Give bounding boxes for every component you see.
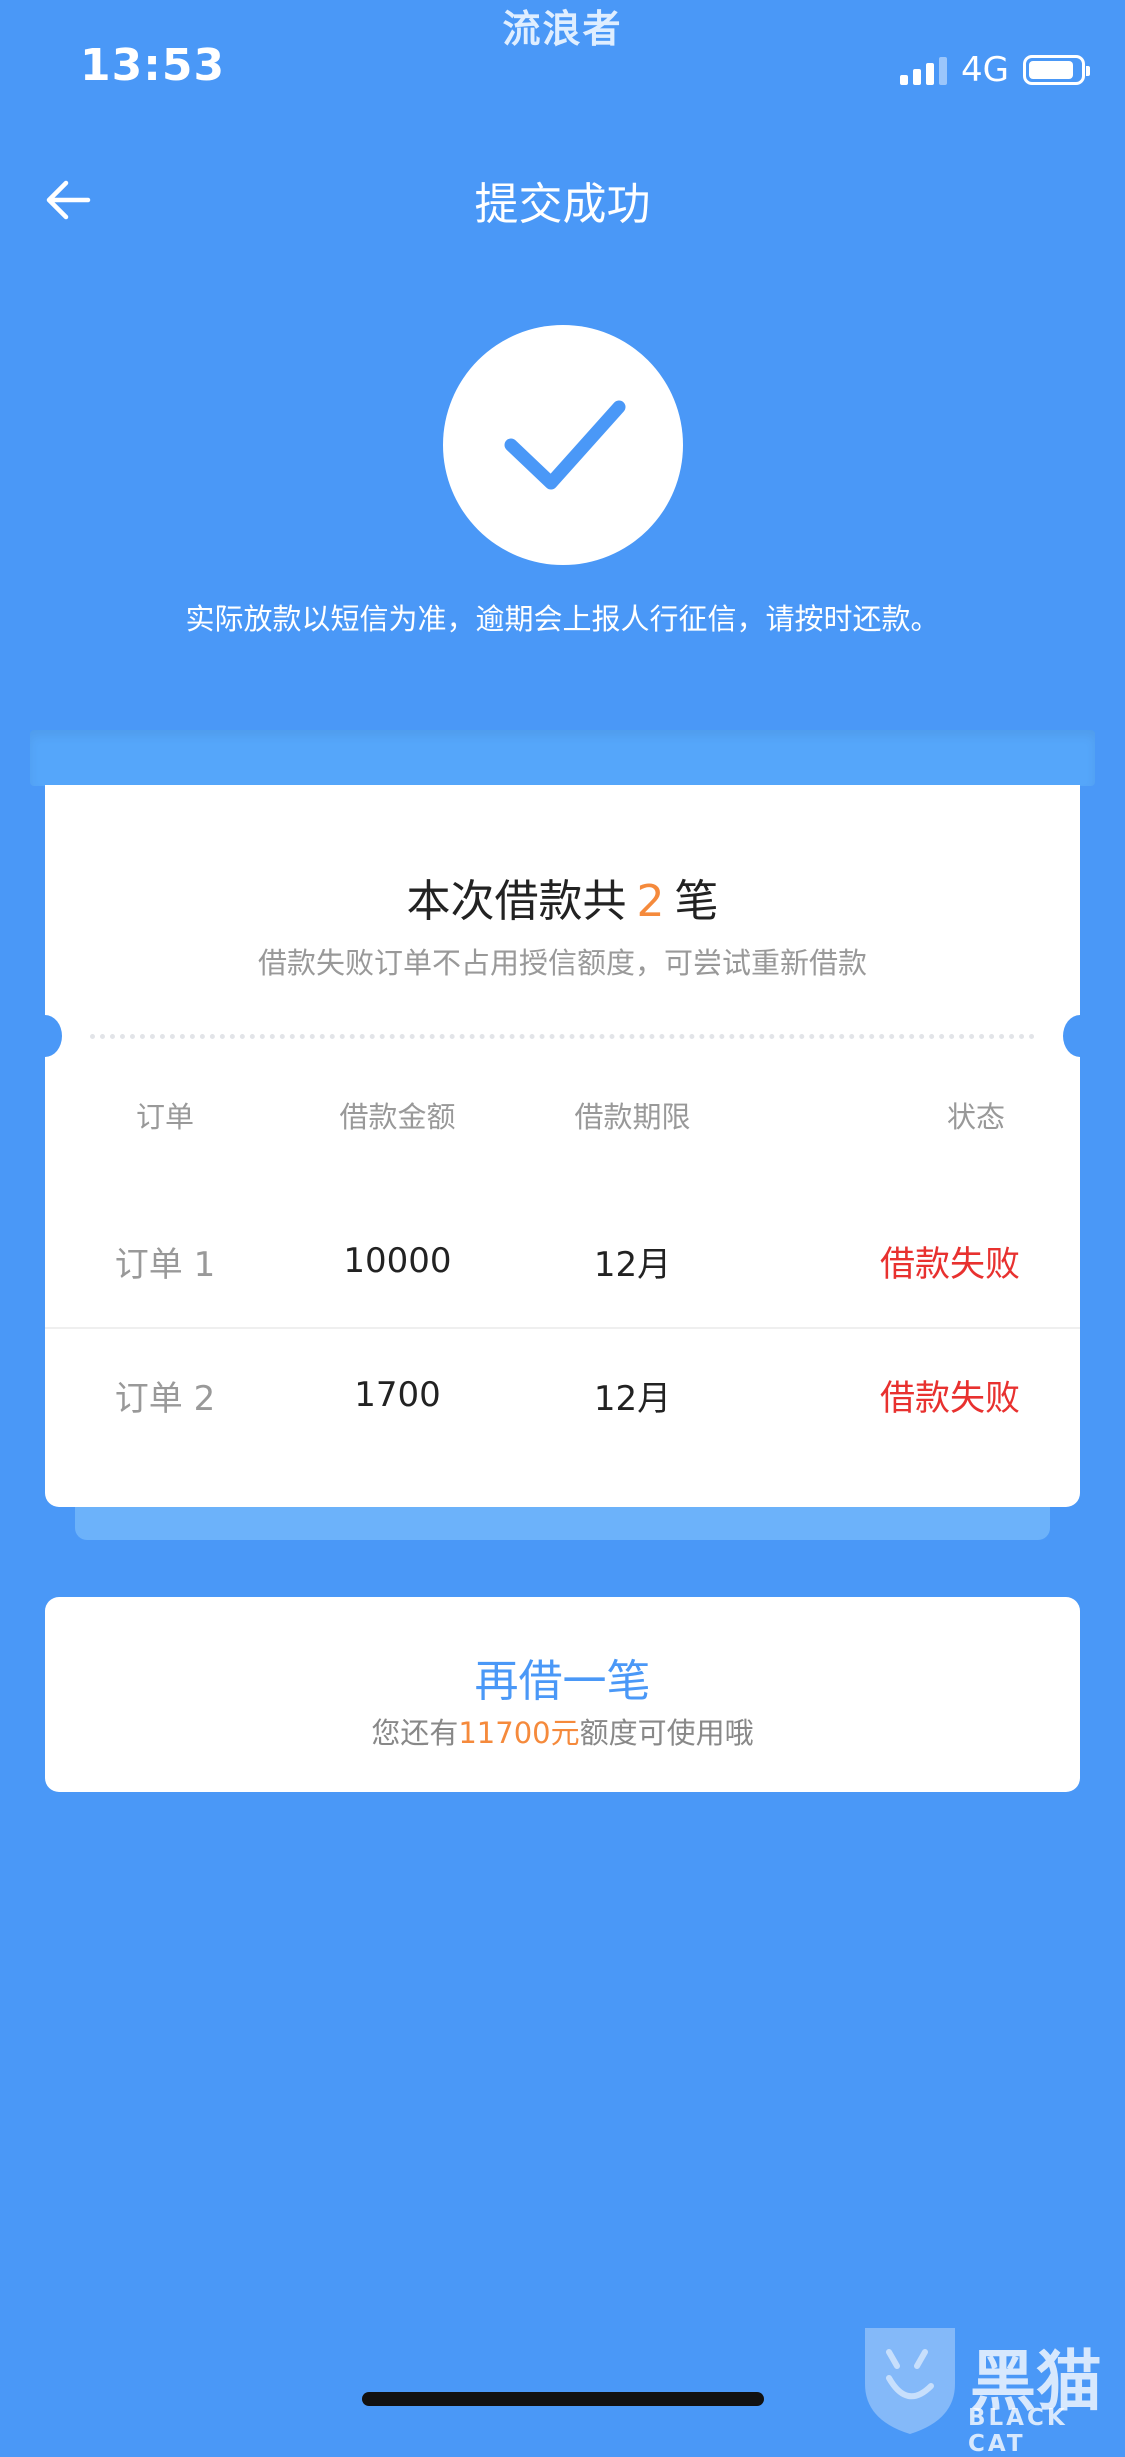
loan-count-summary: 本次借款共 2 笔 bbox=[45, 865, 1080, 929]
order-name: 订单 1 bbox=[114, 1244, 216, 1285]
loan-amount: 10000 bbox=[343, 1241, 452, 1281]
receipt-slot bbox=[30, 730, 1095, 786]
status-badge: 借款失败 bbox=[879, 1378, 1020, 1419]
loan-count: 2 bbox=[636, 876, 665, 927]
table-row[interactable]: 订单 1 10000 12月 借款失败 bbox=[45, 1195, 1080, 1329]
home-indicator[interactable] bbox=[362, 2392, 764, 2406]
summary-hint: 借款失败订单不占用授信额度，可尝试重新借款 bbox=[257, 946, 867, 980]
header-status: 状态 bbox=[946, 1100, 1005, 1134]
order-name: 订单 2 bbox=[114, 1378, 216, 1419]
header-term: 借款期限 bbox=[574, 1100, 691, 1134]
header-order: 订单 bbox=[135, 1100, 194, 1134]
loan-term: 12月 bbox=[593, 1378, 672, 1419]
loan-summary-card: 本次借款共 2 笔 借款失败订单不占用授信额度，可尝试重新借款 订单 借款金额 借款… bbox=[28, 785, 1097, 1507]
loan-term: 12月 bbox=[593, 1244, 672, 1285]
summary-suffix: 笔 bbox=[674, 876, 719, 927]
watermark-text: 流浪者 bbox=[502, 7, 623, 51]
header-amount: 借款金额 bbox=[339, 1100, 456, 1134]
loan-amount: 1700 bbox=[354, 1375, 441, 1415]
network-label: 4G bbox=[961, 50, 1009, 90]
status-badge: 借款失败 bbox=[879, 1244, 1020, 1285]
signal-icon bbox=[900, 55, 948, 85]
borrow-again-button[interactable]: 再借一笔 您还有11700元额度可使用哦 bbox=[45, 1597, 1080, 1792]
page-title: 提交成功 bbox=[474, 179, 651, 230]
ticket-notch-left bbox=[28, 1015, 62, 1057]
borrow-again-label: 再借一笔 bbox=[474, 1656, 651, 1707]
success-check-icon bbox=[443, 325, 683, 565]
watermark-brand-sub: BLACK CAT bbox=[968, 2405, 1068, 2457]
dashed-divider bbox=[90, 1034, 1035, 1039]
notice-text: 实际放款以短信为准，逾期会上报人行征信，请按时还款。 bbox=[185, 602, 940, 636]
status-indicators: 4G bbox=[900, 50, 1090, 90]
battery-icon bbox=[1023, 55, 1090, 85]
table-row[interactable]: 订单 2 1700 12月 借款失败 bbox=[45, 1329, 1080, 1461]
remaining-credit-text: 您还有11700元额度可使用哦 bbox=[371, 1716, 754, 1750]
summary-prefix: 本次借款共 bbox=[406, 876, 627, 927]
ticket-notch-right bbox=[1063, 1015, 1097, 1057]
table-header: 订单 借款金额 借款期限 状态 bbox=[45, 1085, 1080, 1145]
remaining-credit-amount: 11700元 bbox=[458, 1716, 580, 1750]
